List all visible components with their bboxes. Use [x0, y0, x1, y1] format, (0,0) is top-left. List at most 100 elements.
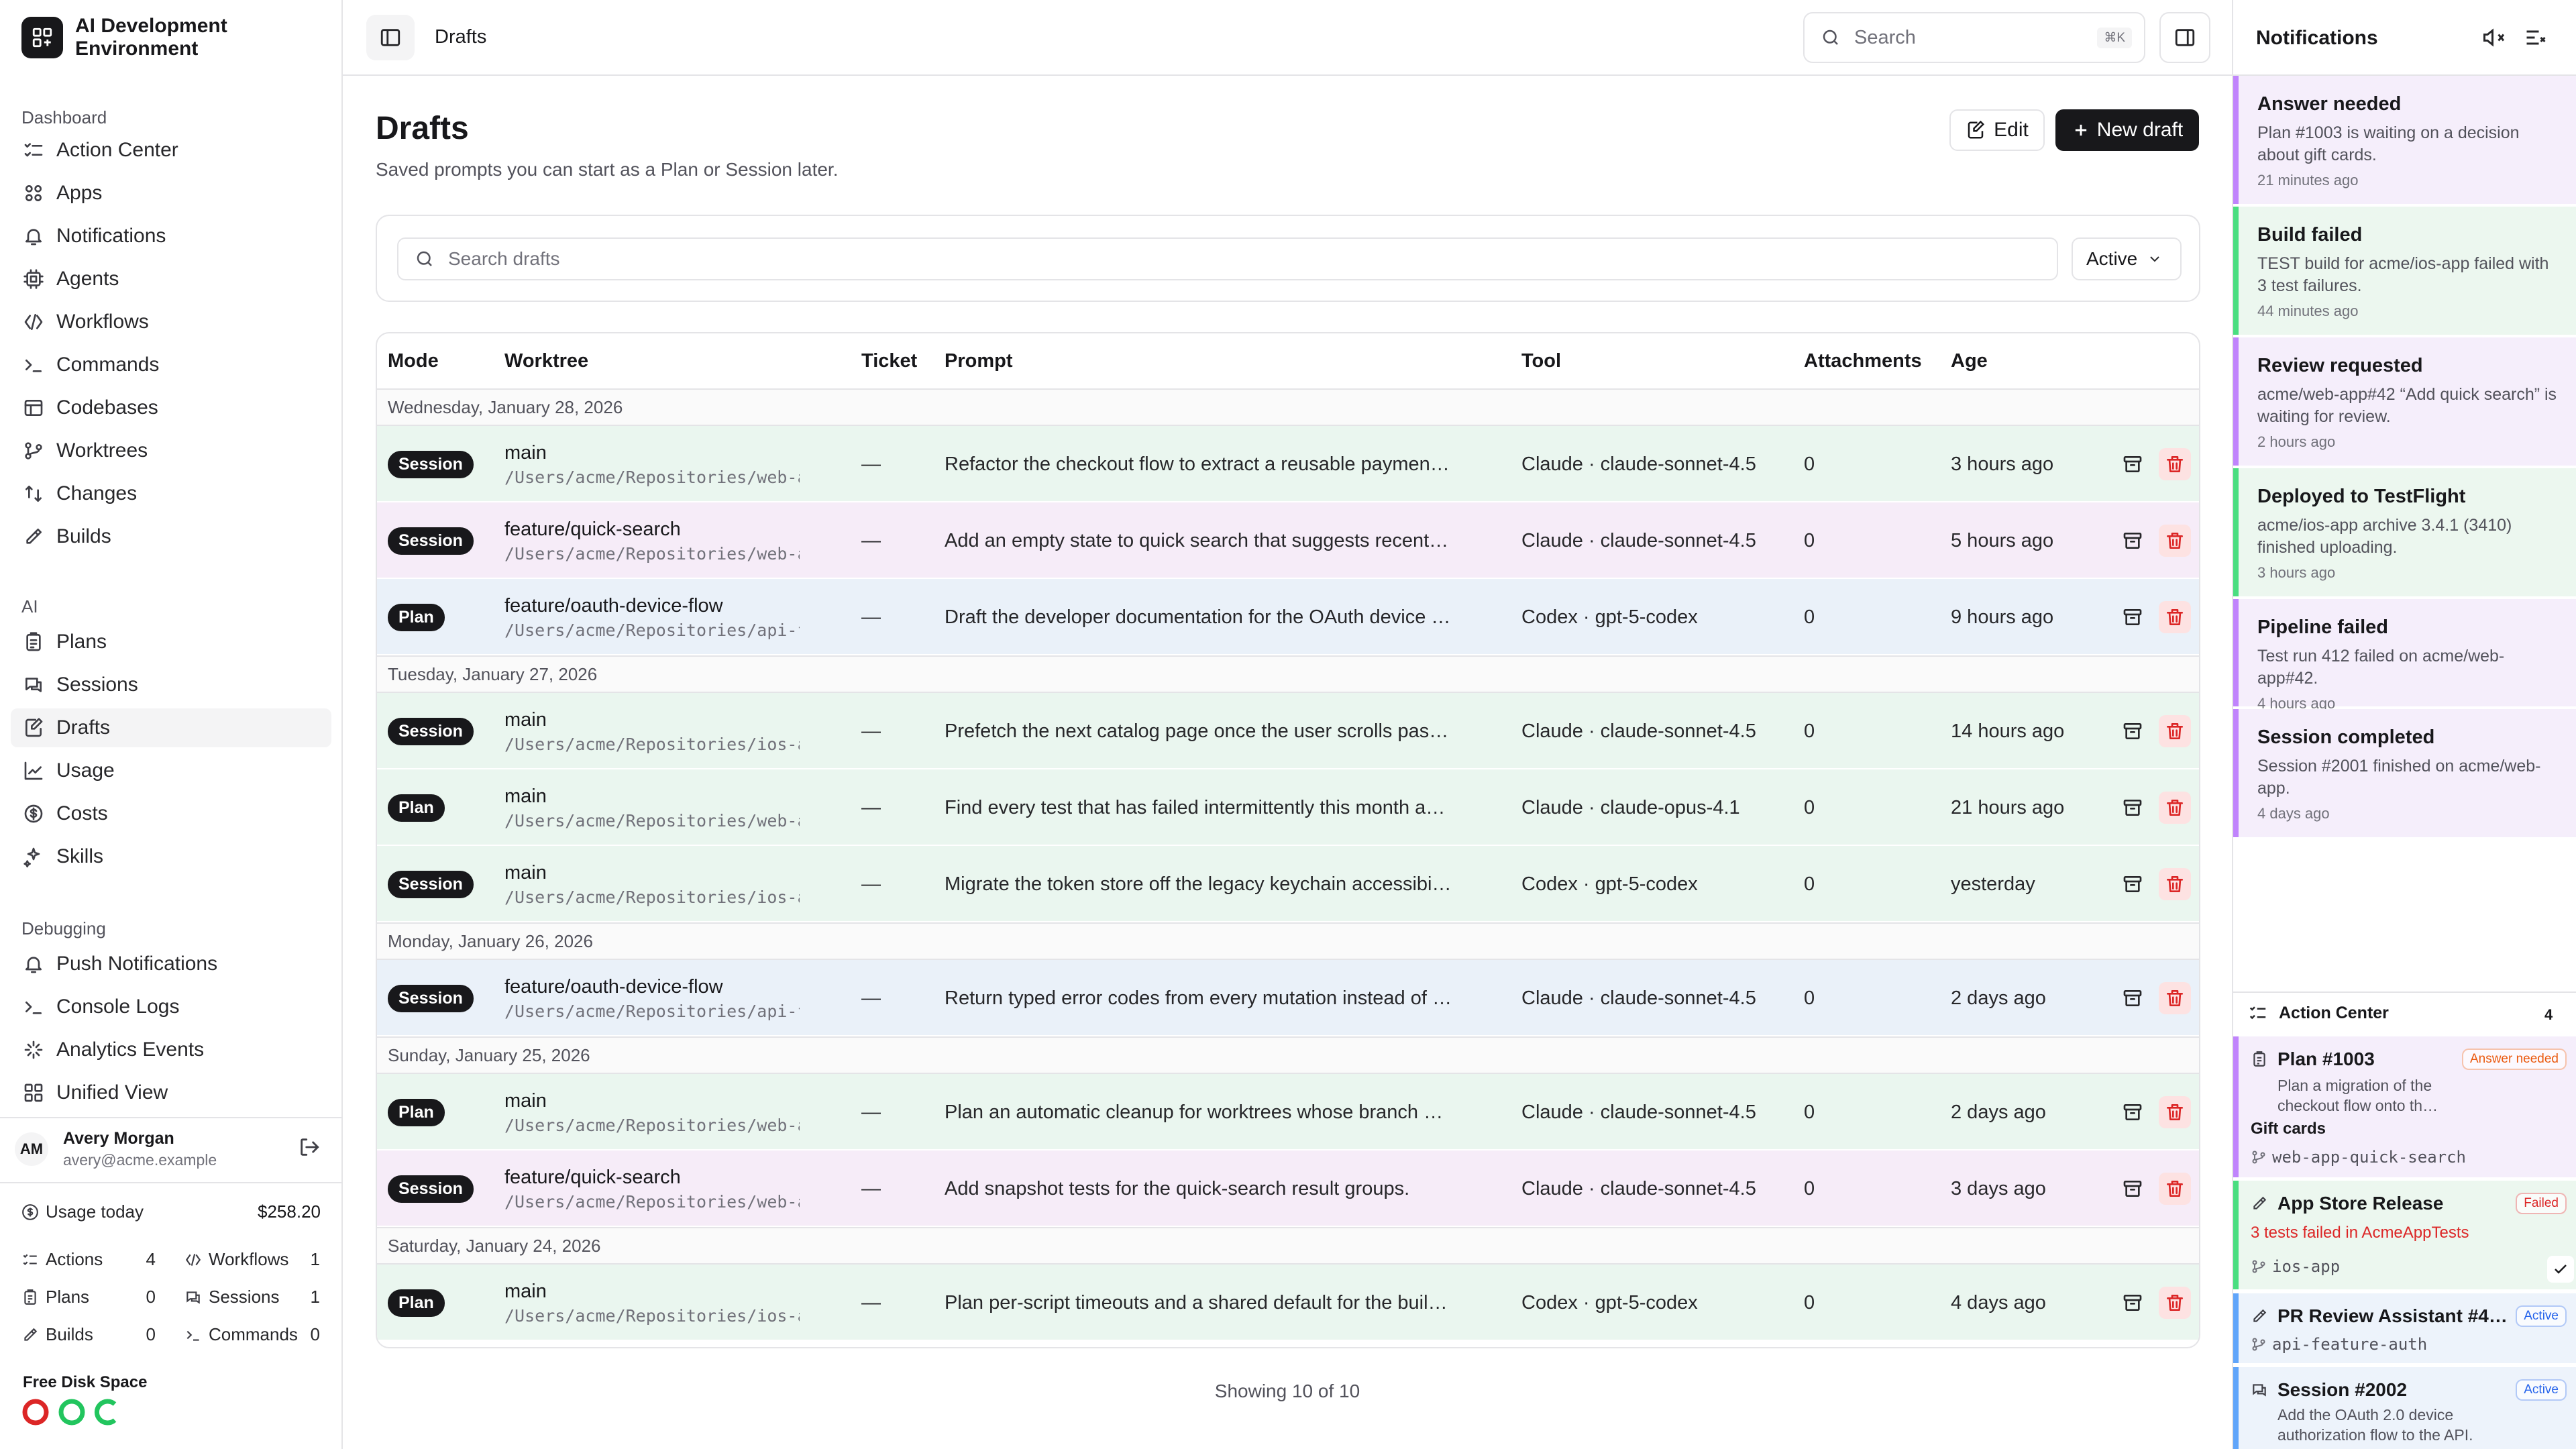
action-center-item[interactable]: Session #2002 Active Add the OAuth 2.0 de…: [2233, 1367, 2576, 1449]
archive-button[interactable]: [2116, 1096, 2149, 1128]
archive-button[interactable]: [2116, 448, 2149, 480]
sidebar-item-usage[interactable]: Usage: [11, 751, 331, 790]
new-draft-button[interactable]: New draft: [2055, 109, 2199, 151]
archive-button[interactable]: [2116, 1173, 2149, 1205]
notification-item[interactable]: Session completed Session #2001 finished…: [2233, 709, 2576, 837]
action-center-item[interactable]: PR Review Assistant #4… Active api-featur…: [2233, 1293, 2576, 1363]
clear-all-icon[interactable]: [2524, 25, 2548, 53]
archive-button[interactable]: [2116, 601, 2149, 633]
table-row[interactable]: Session feature/quick-search /Users/acme…: [377, 1150, 2199, 1227]
stat-label: Plans: [46, 1287, 90, 1307]
delete-button[interactable]: [2159, 982, 2191, 1014]
table-row[interactable]: Session main /Users/acme/Repositories/we…: [377, 426, 2199, 502]
stat-value: 0: [310, 1324, 320, 1344]
table-row[interactable]: Session main /Users/acme/Repositories/io…: [377, 846, 2199, 922]
delete-button[interactable]: [2159, 792, 2191, 824]
sidebar-item-costs[interactable]: Costs: [11, 794, 331, 833]
notification-time: 2 hours ago: [2257, 433, 2336, 450]
sidebar-item-push-notifications[interactable]: Push Notifications: [11, 945, 331, 983]
archive-button[interactable]: [2116, 982, 2149, 1014]
table-row[interactable]: Plan main /Users/acme/Repositories/web-a…: [377, 769, 2199, 846]
column-header-worktree[interactable]: Worktree: [504, 333, 588, 388]
delete-button[interactable]: [2159, 715, 2191, 747]
notification-item[interactable]: Answer needed Plan #1003 is waiting on a…: [2233, 76, 2576, 204]
chevron-down-icon: [2150, 256, 2159, 262]
sidebar-item-workflows[interactable]: Workflows: [11, 303, 331, 341]
archive-button[interactable]: [2116, 792, 2149, 824]
worktree-path: /Users/acme/Repositories/web-a…: [504, 1116, 800, 1135]
attachments-cell: 0: [1804, 1291, 1815, 1313]
table-row[interactable]: Plan feature/oauth-device-flow /Users/ac…: [377, 579, 2199, 655]
sessions-icon: [21, 673, 46, 697]
delete-button[interactable]: [2159, 1173, 2191, 1205]
sidebar-item-skills[interactable]: Skills: [11, 837, 331, 876]
sidebar-item-codebases[interactable]: Codebases: [11, 388, 331, 427]
notification-item[interactable]: Deployed to TestFlight acme/ios-app arch…: [2233, 468, 2576, 596]
column-header-age[interactable]: Age: [1951, 333, 1988, 388]
action-center-item[interactable]: App Store Release Failed 3 tests failed i…: [2233, 1181, 2576, 1289]
toggle-sidebar-button[interactable]: [366, 15, 415, 60]
user-profile[interactable]: AM Avery Morgan avery@acme.example: [15, 1129, 217, 1169]
global-search[interactable]: Search ⌘K: [1803, 12, 2145, 63]
archive-button[interactable]: [2116, 1287, 2149, 1319]
app-header[interactable]: AI Development Environment: [21, 15, 250, 60]
archive-button[interactable]: [2116, 715, 2149, 747]
notification-item[interactable]: Pipeline failed Test run 412 failed on a…: [2233, 599, 2576, 712]
action-center-item[interactable]: Plan #1003 Answer needed Plan a migration…: [2233, 1036, 2576, 1177]
sidebar-item-notifications[interactable]: Notifications: [11, 217, 331, 256]
delete-button[interactable]: [2159, 601, 2191, 633]
sidebar-item-drafts[interactable]: Drafts: [11, 708, 331, 747]
sidebar-item-label: Notifications: [56, 225, 166, 247]
sidebar-item-changes[interactable]: Changes: [11, 474, 331, 513]
archive-button[interactable]: [2116, 868, 2149, 900]
column-header-tool[interactable]: Tool: [1521, 333, 1561, 388]
sidebar-item-builds[interactable]: Builds: [11, 517, 331, 556]
edit-button[interactable]: Edit: [1949, 109, 2045, 151]
sidebar-item-unified-view[interactable]: Unified View: [11, 1073, 331, 1112]
column-header-attachments[interactable]: Attachments: [1804, 333, 1922, 388]
notification-item[interactable]: Review requested acme/web-app#42 “Add qu…: [2233, 337, 2576, 466]
sidebar-item-sessions[interactable]: Sessions: [11, 665, 331, 704]
sidebar-item-worktrees[interactable]: Worktrees: [11, 431, 331, 470]
branch-icon: [2252, 1338, 2265, 1351]
notification-item[interactable]: Build failed TEST build for acme/ios-app…: [2233, 207, 2576, 335]
table-row[interactable]: Session main /Users/acme/Repositories/io…: [377, 693, 2199, 769]
notification-title: Answer needed: [2257, 93, 2402, 115]
stat-plans: Plans: [21, 1287, 89, 1307]
logout-icon[interactable]: [298, 1136, 321, 1162]
approve-button[interactable]: [2547, 1256, 2574, 1283]
delete-button[interactable]: [2159, 525, 2191, 557]
column-header-prompt[interactable]: Prompt: [945, 333, 1013, 388]
trash-icon: [2167, 1181, 2183, 1197]
table-row[interactable]: Plan main /Users/acme/Repositories/ios-a…: [377, 1265, 2199, 1341]
mute-icon[interactable]: [2481, 25, 2506, 53]
nav-section-dashboard: Dashboard: [21, 107, 107, 127]
table-row[interactable]: Session feature/oauth-device-flow /Users…: [377, 960, 2199, 1036]
sidebar-item-label: Analytics Events: [56, 1038, 205, 1061]
delete-button[interactable]: [2159, 868, 2191, 900]
delete-button[interactable]: [2159, 448, 2191, 480]
sidebar-item-agents[interactable]: Agents: [11, 260, 331, 299]
delete-button[interactable]: [2159, 1096, 2191, 1128]
branch-icon: [2252, 1150, 2265, 1164]
delete-button[interactable]: [2159, 1287, 2191, 1319]
sidebar-item-commands[interactable]: Commands: [11, 345, 331, 384]
usage-today: Usage today: [21, 1201, 144, 1222]
table-row[interactable]: Plan main /Users/acme/Repositories/web-a…: [377, 1074, 2199, 1150]
drafts-search-input[interactable]: Search drafts: [397, 237, 2058, 280]
tool-cell: Claude · claude-opus-4.1: [1521, 796, 1740, 818]
column-header-mode[interactable]: Mode: [388, 333, 439, 388]
attachments-cell: 0: [1804, 453, 1815, 475]
sidebar-item-apps[interactable]: Apps: [11, 174, 331, 213]
archive-button[interactable]: [2116, 525, 2149, 557]
sidebar-item-action-center[interactable]: Action Center: [11, 131, 331, 170]
toggle-panel-button[interactable]: [2159, 12, 2210, 63]
sidebar-item-plans[interactable]: Plans: [11, 623, 331, 661]
sidebar-item-analytics-events[interactable]: Analytics Events: [11, 1030, 331, 1069]
sidebar-item-console-logs[interactable]: Console Logs: [11, 987, 331, 1026]
builds-icon: [21, 525, 46, 549]
status-filter-select[interactable]: Active: [2072, 237, 2182, 280]
table-row[interactable]: Session feature/quick-search /Users/acme…: [377, 502, 2199, 579]
column-header-ticket[interactable]: Ticket: [861, 333, 917, 388]
page-title: Drafts: [376, 111, 469, 146]
